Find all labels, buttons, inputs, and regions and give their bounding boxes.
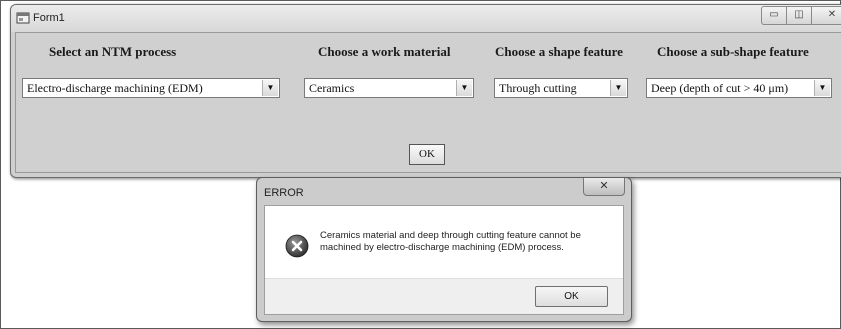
error-message: Ceramics material and deep through cutti…: [320, 230, 581, 253]
material-label: Choose a work material: [318, 44, 451, 59]
chevron-down-icon[interactable]: ▼: [262, 80, 278, 96]
chevron-down-icon[interactable]: ▼: [814, 80, 830, 96]
subshape-label: Choose a sub-shape feature: [657, 44, 809, 59]
dialog-button-bar: OK: [265, 278, 623, 314]
dialog-content: Ceramics material and deep through cutti…: [264, 205, 624, 315]
form-client-area: Select an NTM process Choose a work mate…: [15, 32, 841, 173]
error-x-icon: [285, 234, 309, 258]
chevron-down-icon[interactable]: ▼: [456, 80, 472, 96]
dialog-ok-button[interactable]: OK: [535, 286, 608, 307]
window-controls: ▭ ◫ ✕: [761, 6, 841, 25]
dialog-title: ERROR: [264, 187, 304, 199]
subshape-combo-value: Deep (depth of cut > 40 μm): [651, 81, 789, 95]
form-app-icon: [16, 12, 30, 24]
form1-window: Form1 ▭ ◫ ✕ Select an NTM process Choose…: [10, 4, 841, 178]
process-combo[interactable]: Electro-discharge machining (EDM) ▼: [22, 78, 280, 98]
minimize-button[interactable]: ▭: [761, 6, 787, 25]
error-dialog: ERROR ✕ Ceramics material and deep throu…: [256, 177, 632, 322]
close-button[interactable]: ✕: [811, 6, 841, 25]
ok-button[interactable]: OK: [409, 144, 445, 165]
shape-label: Choose a shape feature: [495, 44, 623, 59]
maximize-button[interactable]: ◫: [786, 6, 812, 25]
form1-titlebar[interactable]: Form1 ▭ ◫ ✕: [11, 5, 841, 32]
subshape-combo[interactable]: Deep (depth of cut > 40 μm) ▼: [646, 78, 832, 98]
shape-combo[interactable]: Through cutting ▼: [494, 78, 628, 98]
process-combo-value: Electro-discharge machining (EDM): [27, 81, 203, 95]
form-title: Form1: [33, 12, 65, 24]
material-combo[interactable]: Ceramics ▼: [304, 78, 474, 98]
chevron-down-icon[interactable]: ▼: [610, 80, 626, 96]
dialog-close-button[interactable]: ✕: [583, 178, 625, 196]
process-label: Select an NTM process: [49, 44, 177, 59]
material-combo-value: Ceramics: [309, 81, 355, 95]
maximize-icon: ◫: [794, 9, 804, 20]
close-icon: ✕: [827, 9, 837, 20]
close-icon: ✕: [599, 180, 609, 192]
shape-combo-value: Through cutting: [499, 81, 577, 95]
minimize-icon: ▭: [769, 9, 779, 20]
